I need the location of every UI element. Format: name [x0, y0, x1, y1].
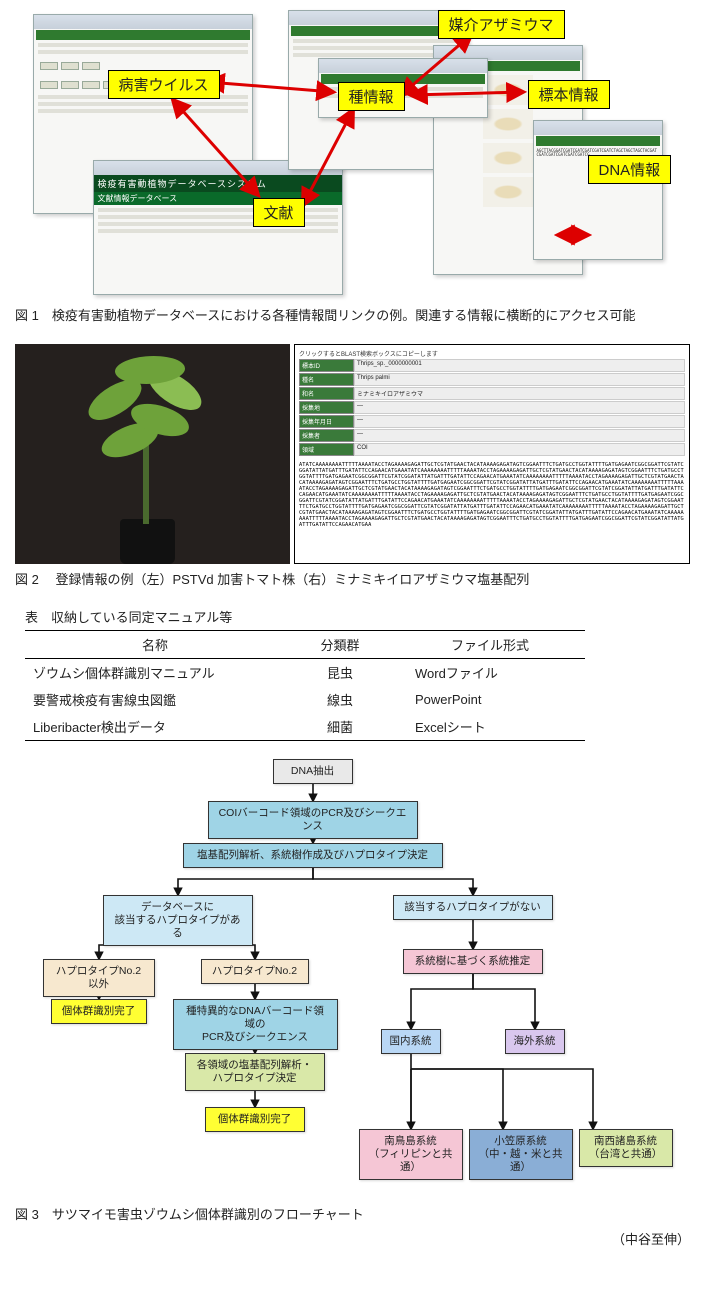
meta-key: 採集地: [299, 401, 354, 414]
figure-3-caption: 図 3 サツマイモ害虫ゾウムシ個体群識別のフローチャート: [15, 1205, 690, 1225]
table-row: 要警戒検疫有害線虫図鑑 線虫 PowerPoint: [25, 686, 585, 713]
node-region-haplo: 各領域の塩基配列解析・ハプロタイプ決定: [185, 1053, 325, 1091]
meta-val: ミナミキイロアザミウマ: [354, 387, 685, 400]
node-nansei: 南西諸島系統（台湾と共通）: [579, 1129, 673, 1167]
node-haplo-other: ハプロタイプNo.2以外: [43, 959, 155, 997]
node-coi-pcr: COIバーコード領域のPCR及びシークエンス: [208, 801, 418, 839]
table-row: ゾウムシ個体群識別マニュアル 昆虫 Wordファイル: [25, 659, 585, 687]
figure-1-caption: 図 1 検疫有害動植物データベースにおける各種情報間リンクの例。関連する情報に横…: [15, 306, 690, 326]
col-group: 分類群: [285, 631, 395, 659]
seq-meta-row: 採集者—: [299, 429, 685, 442]
node-minamitori: 南鳥島系統（フィリピンと共通）: [359, 1129, 463, 1180]
meta-key: 採集者: [299, 429, 354, 442]
screenshot-dna: AGCTTACGGATCGATCGATCGATCGATCGATCTAGCTAGC…: [533, 120, 663, 260]
sequence-block: ATATCAAAAAAAATTTTTAAAATACCTAGAAAAGAGATTG…: [299, 462, 685, 529]
col-name: 名称: [25, 631, 285, 659]
seq-meta-row: 領域COI: [299, 443, 685, 456]
cell-group: 昆虫: [285, 659, 395, 687]
seq-hint: クリックするとBLAST検索ボックスにコピーします: [299, 349, 685, 358]
sequence-panel: クリックするとBLAST検索ボックスにコピーします 標本IDThrips_sp.…: [294, 344, 690, 564]
seq-meta-row: 採集地—: [299, 401, 685, 414]
meta-key: 和名: [299, 387, 354, 400]
cell-format: PowerPoint: [395, 686, 585, 713]
cell-group: 細菌: [285, 713, 395, 741]
meta-key: 領域: [299, 443, 354, 456]
cell-name: Liberibacter検出データ: [25, 713, 285, 741]
table-title: 表 収納している同定マニュアル等: [25, 607, 690, 626]
node-dna-extract: DNA抽出: [273, 759, 353, 784]
manuals-table-section: 表 収納している同定マニュアル等 名称 分類群 ファイル形式 ゾウムシ個体群識別…: [15, 607, 690, 741]
node-overseas: 海外系統: [505, 1029, 565, 1054]
label-species: 種情報: [338, 82, 405, 111]
node-done-2: 個体群識別完了: [205, 1107, 305, 1132]
system-title: 検疫有害動植物データベースシステム: [94, 175, 342, 192]
meta-val: —: [354, 415, 685, 428]
node-has-haplo: データベースに該当するハプロタイプがある: [103, 895, 253, 946]
node-haplo-2: ハプロタイプNo.2: [201, 959, 309, 984]
figure-3-section: DNA抽出 COIバーコード領域のPCR及びシークエンス 塩基配列解析、系統樹作…: [15, 759, 690, 1248]
node-specific-pcr: 種特異的なDNAバーコード領域のPCR及びシークエンス: [173, 999, 338, 1050]
figure-1-section: 検疫有害動植物データベースシステム 文献情報データベース AGCTTACGGAT…: [15, 10, 690, 326]
node-domestic: 国内系統: [381, 1029, 441, 1054]
figure-1-collage: 検疫有害動植物データベースシステム 文献情報データベース AGCTTACGGAT…: [33, 10, 673, 300]
node-no-haplo: 該当するハプロタイプがない: [393, 895, 553, 920]
label-vector: 媒介アザミウマ: [438, 10, 565, 39]
table-row: Liberibacter検出データ 細菌 Excelシート: [25, 713, 585, 741]
seq-meta-row: 種名Thrips palmi: [299, 373, 685, 386]
cell-format: Wordファイル: [395, 659, 585, 687]
seq-meta-row: 和名ミナミキイロアザミウマ: [299, 387, 685, 400]
cell-name: 要警戒検疫有害線虫図鑑: [25, 686, 285, 713]
screenshot-literature: 検疫有害動植物データベースシステム 文献情報データベース: [93, 160, 343, 295]
meta-val: Thrips palmi: [354, 373, 685, 386]
meta-key: 採集年月日: [299, 415, 354, 428]
label-literature: 文献: [253, 198, 305, 227]
cell-format: Excelシート: [395, 713, 585, 741]
cell-group: 線虫: [285, 686, 395, 713]
node-phylo: 系統樹に基づく系統推定: [403, 949, 543, 974]
label-virus: 病害ウイルス: [108, 70, 220, 99]
meta-val: —: [354, 429, 685, 442]
label-specimen: 標本情報: [528, 80, 610, 109]
col-format: ファイル形式: [395, 631, 585, 659]
manuals-table: 名称 分類群 ファイル形式 ゾウムシ個体群識別マニュアル 昆虫 Wordファイル…: [25, 630, 585, 741]
node-ogasawara: 小笠原系統（中・越・米と共通）: [469, 1129, 573, 1180]
meta-key: 標本ID: [299, 359, 354, 372]
cell-name: ゾウムシ個体群識別マニュアル: [25, 659, 285, 687]
figure-2-section: クリックするとBLAST検索ボックスにコピーします 標本IDThrips_sp.…: [15, 344, 690, 590]
figure-2-row: クリックするとBLAST検索ボックスにコピーします 標本IDThrips_sp.…: [15, 344, 690, 564]
seq-meta-row: 採集年月日—: [299, 415, 685, 428]
flowchart: DNA抽出 COIバーコード領域のPCR及びシークエンス 塩基配列解析、系統樹作…: [33, 759, 673, 1199]
meta-val: —: [354, 401, 685, 414]
meta-key: 種名: [299, 373, 354, 386]
figure-2-caption: 図 2 登録情報の例（左）PSTVd 加害トマト株（右）ミナミキイロアザミウマ塩…: [15, 570, 690, 590]
plant-photo: [15, 344, 290, 564]
label-dna: DNA情報: [588, 155, 672, 184]
meta-val: Thrips_sp._0000000001: [354, 359, 685, 372]
meta-val: COI: [354, 443, 685, 456]
node-seq-analysis: 塩基配列解析、系統樹作成及びハプロタイプ決定: [183, 843, 443, 868]
node-done-1: 個体群識別完了: [51, 999, 147, 1024]
author: （中谷至伸）: [15, 1229, 690, 1248]
seq-meta-row: 標本IDThrips_sp._0000000001: [299, 359, 685, 372]
